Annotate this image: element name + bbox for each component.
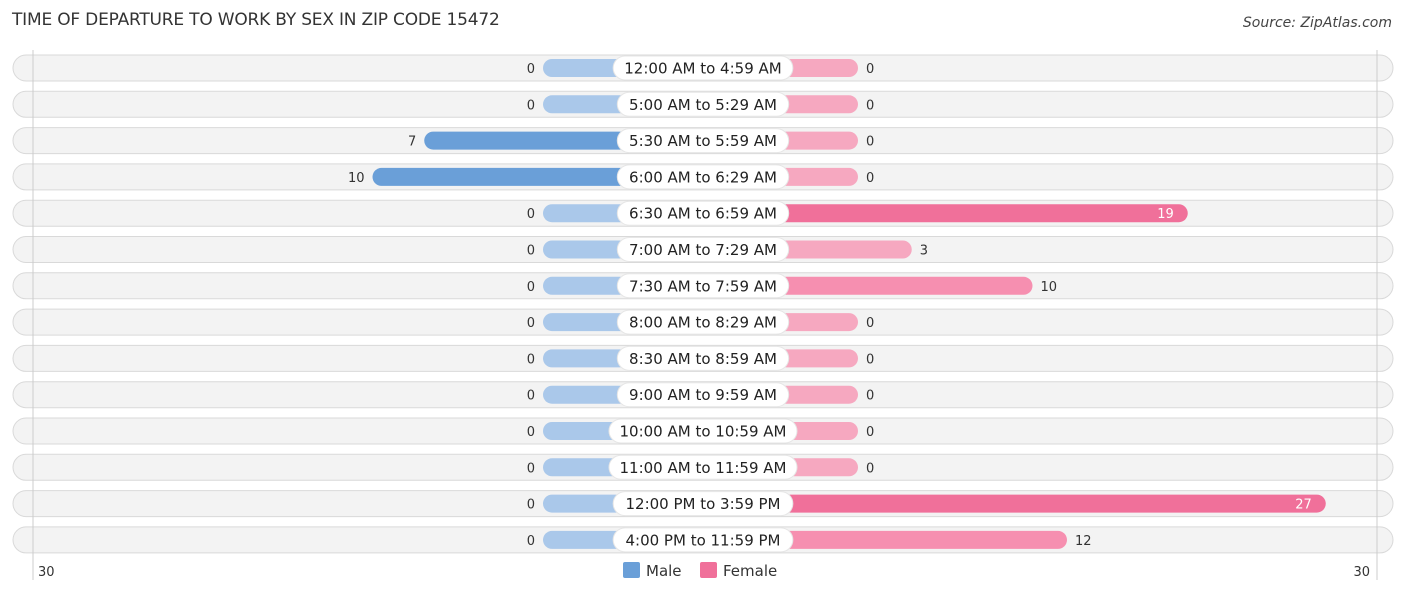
value-label-female: 0 — [866, 461, 874, 476]
value-label-male: 0 — [527, 207, 535, 222]
legend-label-female: Female — [723, 562, 777, 580]
value-label-female: 0 — [866, 425, 874, 440]
category-label: 5:00 AM to 5:29 AM — [629, 96, 777, 114]
bar-female — [703, 494, 1326, 513]
legend: Male Female — [623, 562, 777, 580]
category-label: 8:30 AM to 8:59 AM — [629, 350, 777, 368]
chart-row: 7 0 5:30 AM to 5:59 AM — [12, 127, 1394, 155]
category-label: 8:00 AM to 8:29 AM — [629, 314, 777, 332]
value-label-female: 12 — [1075, 534, 1092, 549]
value-label-male: 0 — [527, 461, 535, 476]
value-label-female: 0 — [866, 171, 874, 186]
value-label-male: 0 — [527, 389, 535, 404]
value-label-male: 10 — [348, 171, 365, 186]
chart-row: 0 19 6:30 AM to 6:59 AM — [12, 199, 1394, 227]
category-label: 12:00 PM to 3:59 PM — [625, 495, 780, 513]
chart-row: 0 0 11:00 AM to 11:59 AM — [12, 453, 1394, 481]
chart-row: 0 0 8:00 AM to 8:29 AM — [12, 308, 1394, 336]
value-label-female: 10 — [1041, 280, 1058, 295]
chart-row: 0 12 4:00 PM to 11:59 PM — [12, 526, 1394, 554]
value-label-male: 0 — [527, 425, 535, 440]
chart-rows: 0 0 12:00 AM to 4:59 AM 0 0 5:00 AM to 5:29 A… — [12, 54, 1394, 554]
chart-row: 10 0 6:00 AM to 6:29 AM — [12, 163, 1394, 191]
value-label-male: 0 — [527, 280, 535, 295]
chart-row: 0 3 7:00 AM to 7:29 AM — [12, 236, 1394, 263]
value-label-female: 0 — [866, 135, 874, 150]
legend-swatch-male — [623, 562, 640, 578]
category-label: 6:00 AM to 6:29 AM — [629, 168, 777, 186]
category-label: 12:00 AM to 4:59 AM — [624, 60, 781, 78]
category-label: 5:30 AM to 5:59 AM — [629, 132, 777, 150]
chart-row: 0 0 8:30 AM to 8:59 AM — [12, 344, 1394, 372]
value-label-female: 0 — [866, 352, 874, 367]
value-label-male: 7 — [408, 135, 416, 150]
legend-label-male: Male — [646, 562, 682, 580]
axis-label-right: 30 — [1353, 565, 1370, 580]
value-label-female: 27 — [1295, 498, 1312, 513]
value-label-female: 0 — [866, 98, 874, 113]
value-label-male: 0 — [527, 98, 535, 113]
chart-row: 0 0 5:00 AM to 5:29 AM — [12, 90, 1394, 118]
category-label: 7:00 AM to 7:29 AM — [629, 241, 777, 259]
chart-row: 0 27 12:00 PM to 3:59 PM — [12, 490, 1394, 518]
category-label: 7:30 AM to 7:59 AM — [629, 277, 777, 295]
category-label: 4:00 PM to 11:59 PM — [625, 531, 780, 549]
axis-label-left: 30 — [38, 565, 55, 580]
value-label-male: 0 — [527, 244, 535, 259]
chart-row: 0 0 12:00 AM to 4:59 AM — [12, 54, 1394, 82]
value-label-female: 3 — [920, 244, 928, 259]
value-label-male: 0 — [527, 62, 535, 77]
legend-swatch-female — [700, 562, 717, 578]
category-label: 11:00 AM to 11:59 AM — [620, 459, 787, 477]
value-label-female: 0 — [866, 389, 874, 404]
category-label: 9:00 AM to 9:59 AM — [629, 386, 777, 404]
chart-row: 0 0 10:00 AM to 10:59 AM — [12, 417, 1394, 445]
value-label-male: 0 — [527, 352, 535, 367]
chart-row: 0 10 7:30 AM to 7:59 AM — [12, 272, 1394, 300]
value-label-female: 0 — [866, 316, 874, 331]
value-label-female: 19 — [1157, 207, 1174, 222]
value-label-female: 0 — [866, 62, 874, 77]
chart-row: 0 0 9:00 AM to 9:59 AM — [12, 381, 1394, 409]
butterfly-bar-chart: 0 0 12:00 AM to 4:59 AM 0 0 5:00 AM to 5:29 A… — [12, 50, 1394, 580]
value-label-male: 0 — [527, 498, 535, 513]
value-label-male: 0 — [527, 534, 535, 549]
category-label: 6:30 AM to 6:59 AM — [629, 205, 777, 223]
value-label-male: 0 — [527, 316, 535, 331]
category-label: 10:00 AM to 10:59 AM — [620, 423, 787, 441]
